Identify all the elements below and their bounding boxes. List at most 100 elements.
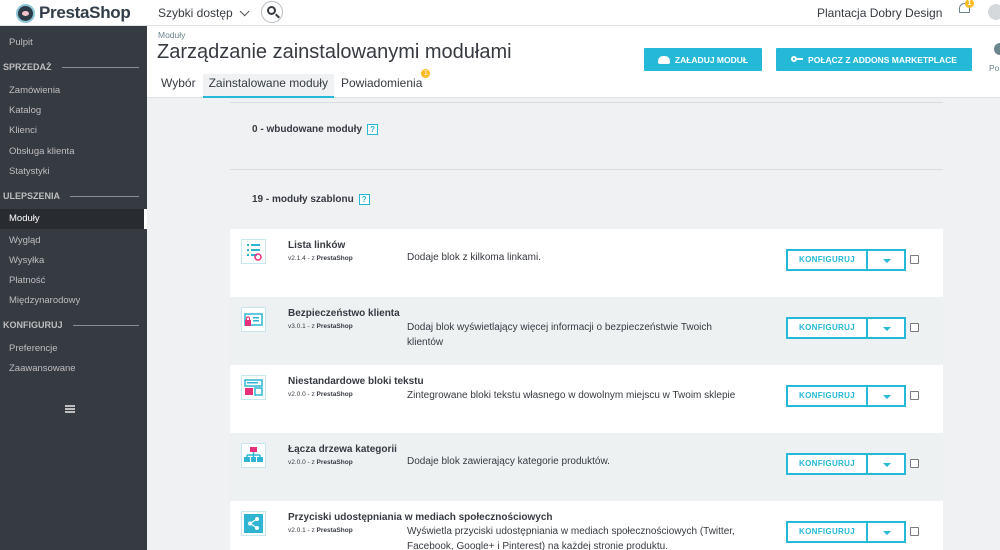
module-description: Dodaje blok z kilkoma linkami. xyxy=(407,252,541,263)
module-checkbox[interactable] xyxy=(910,255,919,264)
share-icon xyxy=(241,511,266,536)
module-name: Przyciski udostępniania w mediach społec… xyxy=(288,512,553,523)
notifications-button[interactable]: 1 xyxy=(958,0,974,16)
module-actions: KONFIGURUJ xyxy=(786,521,906,543)
sidebar-section-ulepszenia: ULEPSZENIA xyxy=(0,187,147,205)
top-bar: PrestaShop Szybki dostęp Plantacja Dobry… xyxy=(0,0,1000,26)
module-checkbox[interactable] xyxy=(910,323,919,332)
sidebar-item-zaawansowane[interactable]: Zaawansowane xyxy=(0,359,147,379)
module-name: Łącza drzewa kategorii xyxy=(288,444,397,455)
module-actions-dropdown[interactable] xyxy=(868,453,906,475)
notifications-tab-badge: 1 xyxy=(421,69,431,78)
divider xyxy=(230,169,943,170)
section-divider xyxy=(72,324,139,326)
category-tree-icon xyxy=(241,443,266,468)
configure-button[interactable]: KONFIGURUJ xyxy=(786,521,868,543)
module-row-bezpieczenstwo-klienta: Bezpieczeństwo klienta v3.0.1 - z Presta… xyxy=(230,297,943,365)
module-tabs: Wybór Zainstalowane moduły Powiadomienia… xyxy=(155,69,431,98)
chevron-down-icon xyxy=(239,5,250,16)
link-list-icon xyxy=(241,239,266,264)
module-description: Dodaj blok wyświetlający więcej informac… xyxy=(407,322,712,348)
prestashop-logo[interactable]: PrestaShop xyxy=(16,3,131,23)
module-name: Bezpieczeństwo klienta xyxy=(288,308,400,319)
search-button[interactable] xyxy=(261,1,283,23)
help-question-icon[interactable]: ? xyxy=(358,194,370,205)
module-version: v2.0.0 - z PrestaShop xyxy=(288,459,353,466)
sidebar-section-sprzedaz: SPRZEDAŻ xyxy=(0,58,147,76)
sidebar-item-wysylka[interactable]: Wysyłka xyxy=(0,251,147,271)
module-actions: KONFIGURUJ xyxy=(786,453,906,475)
text-blocks-icon xyxy=(241,375,266,400)
section-divider xyxy=(70,195,139,197)
upload-module-label: ZAŁADUJ MODUŁ xyxy=(674,54,749,65)
connect-addons-button[interactable]: POŁĄCZ Z ADDONS MARKETPLACE xyxy=(776,48,972,71)
module-version: v2.0.0 - z PrestaShop xyxy=(288,391,353,398)
menu-collapse-icon[interactable] xyxy=(65,405,75,413)
upload-module-button[interactable]: ZAŁADUJ MODUŁ xyxy=(644,48,762,71)
sidebar-item-statystyki[interactable]: Statystyki xyxy=(0,162,147,182)
shop-name-link[interactable]: Plantacja Dobry Design xyxy=(817,6,942,20)
key-icon xyxy=(791,56,804,63)
configure-button[interactable]: KONFIGURUJ xyxy=(786,453,868,475)
logo-text: PrestaShop xyxy=(39,3,131,22)
user-avatar[interactable] xyxy=(988,4,1000,20)
sidebar-item-preferencje[interactable]: Preferencje xyxy=(0,339,147,359)
module-row-lista-linkow: Lista linków v2.1.4 - z PrestaShop Dodaj… xyxy=(230,229,943,297)
breadcrumb[interactable]: Moduły xyxy=(158,30,185,40)
module-description: Wyświetla przyciski udostępniania w medi… xyxy=(407,526,735,550)
sidebar: Pulpit SPRZEDAŻ Zamówienia Katalog Klien… xyxy=(0,26,147,550)
sidebar-item-katalog[interactable]: Katalog xyxy=(0,101,147,121)
group-theme-modules[interactable]: 19 - moduły szablonu ? xyxy=(252,194,370,205)
configure-button[interactable]: KONFIGURUJ xyxy=(786,249,868,271)
divider xyxy=(230,102,943,103)
tab-zainstalowane-moduly[interactable]: Zainstalowane moduły xyxy=(202,74,334,98)
module-row-lacza-drzewa-kategorii: Łącza drzewa kategorii v2.0.0 - z Presta… xyxy=(230,433,943,501)
module-actions-dropdown[interactable] xyxy=(868,249,906,271)
sidebar-item-obsluga-klienta[interactable]: Obsługa klienta xyxy=(0,142,147,162)
sidebar-item-platnosc[interactable]: Płatność xyxy=(0,271,147,291)
quick-access-label: Szybki dostęp xyxy=(158,6,233,20)
module-name: Lista linków xyxy=(288,240,346,251)
module-actions-dropdown[interactable] xyxy=(868,385,906,407)
sidebar-item-pulpit[interactable]: Pulpit xyxy=(0,33,147,53)
help-icon[interactable] xyxy=(994,43,1000,55)
section-divider xyxy=(61,66,139,68)
sidebar-section-konfiguruj: KONFIGURUJ xyxy=(0,316,147,334)
module-row-przyciski-udostepniania: Przyciski udostępniania w mediach społec… xyxy=(230,501,943,550)
notification-badge: 1 xyxy=(965,0,974,8)
module-version: v3.0.1 - z PrestaShop xyxy=(288,323,353,330)
module-actions-dropdown[interactable] xyxy=(868,317,906,339)
module-checkbox[interactable] xyxy=(910,459,919,468)
module-version: v2.0.1 - z PrestaShop xyxy=(288,527,353,534)
group-built-in-modules[interactable]: 0 - wbudowane moduły ? xyxy=(252,124,379,135)
module-checkbox[interactable] xyxy=(910,391,919,400)
module-version: v2.1.4 - z PrestaShop xyxy=(288,255,353,262)
tab-wybor[interactable]: Wybór xyxy=(155,74,202,98)
module-name: Niestandardowe bloki tekstu xyxy=(288,376,424,387)
help-question-icon[interactable]: ? xyxy=(367,124,379,135)
page-title: Zarządzanie zainstalowanymi modułami xyxy=(157,41,512,63)
module-actions-dropdown[interactable] xyxy=(868,521,906,543)
module-actions: KONFIGURUJ xyxy=(786,385,906,407)
module-description: Dodaje blok zawierający kategorie produk… xyxy=(407,456,610,467)
configure-button[interactable]: KONFIGURUJ xyxy=(786,317,868,339)
quick-access-dropdown[interactable]: Szybki dostęp xyxy=(158,5,250,20)
sidebar-item-wyglad[interactable]: Wygląd xyxy=(0,231,147,251)
sidebar-item-moduly[interactable]: Moduły xyxy=(0,209,147,229)
module-row-niestandardowe-bloki-tekstu: Niestandardowe bloki tekstu v2.0.0 - z P… xyxy=(230,365,943,433)
customer-security-icon xyxy=(241,307,266,332)
module-description: Zintegrowane bloki tekstu własnego w dow… xyxy=(407,390,736,401)
sidebar-item-zamowienia[interactable]: Zamówienia xyxy=(0,81,147,101)
tab-powiadomienia[interactable]: Powiadomienia 1 xyxy=(335,69,431,98)
prestashop-logo-icon xyxy=(16,3,35,23)
connect-addons-label: POŁĄCZ Z ADDONS MARKETPLACE xyxy=(808,54,957,65)
module-actions: KONFIGURUJ xyxy=(786,249,906,271)
sidebar-item-klienci[interactable]: Klienci xyxy=(0,121,147,141)
cloud-upload-icon xyxy=(657,55,670,64)
configure-button[interactable]: KONFIGURUJ xyxy=(786,385,868,407)
module-actions: KONFIGURUJ xyxy=(786,317,906,339)
help-label[interactable]: Por xyxy=(989,63,1000,73)
module-checkbox[interactable] xyxy=(910,527,919,536)
sidebar-item-miedzynarodowy[interactable]: Międzynarodowy xyxy=(0,291,147,311)
page-header: Moduły Zarządzanie zainstalowanymi moduł… xyxy=(147,26,1000,98)
